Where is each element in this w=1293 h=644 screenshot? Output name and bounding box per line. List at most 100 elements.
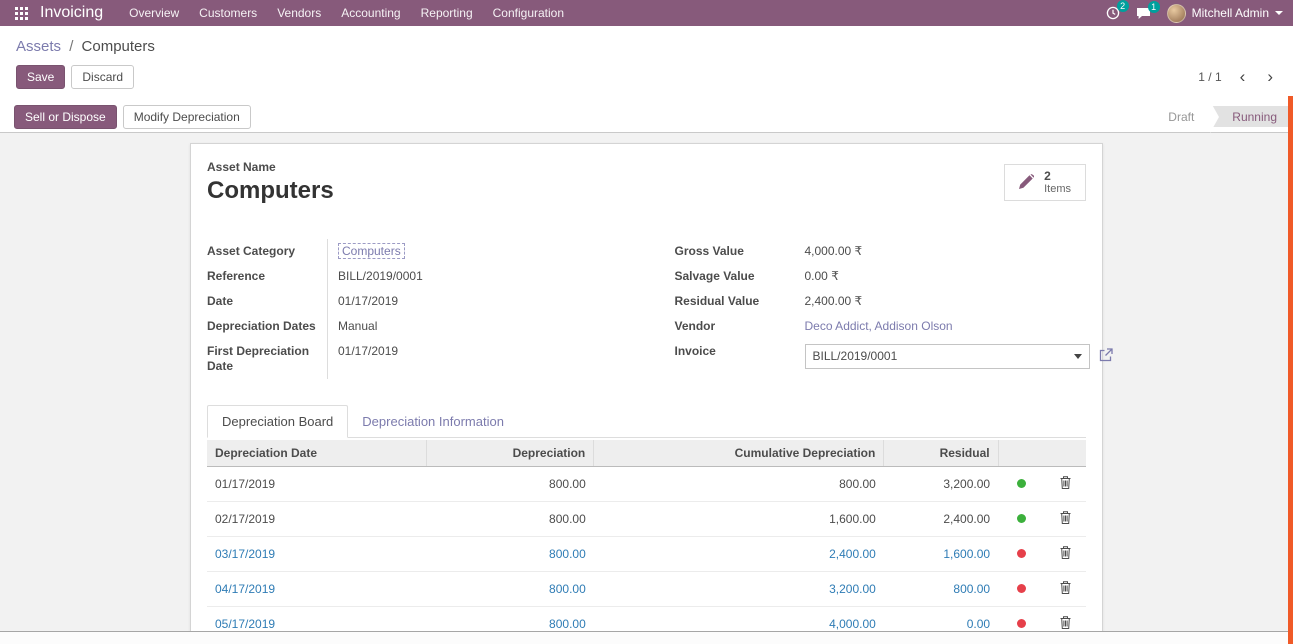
cell-depreciation[interactable]: 800.00 xyxy=(427,537,594,572)
status-running[interactable]: Running xyxy=(1210,106,1293,127)
table-row[interactable]: 04/17/2019 800.00 3,200.00 800.00 xyxy=(207,572,1086,607)
cell-depreciation[interactable]: 800.00 xyxy=(427,502,594,537)
user-avatar xyxy=(1167,4,1186,23)
asset-category-link[interactable]: Computers xyxy=(338,243,405,259)
field-asset-category-value: Computers xyxy=(327,239,647,264)
notebook-tabs: Depreciation Board Depreciation Informat… xyxy=(207,405,1086,438)
field-group-right: Gross Value 4,000.00 ₹ Salvage Value 0.0… xyxy=(647,239,1087,379)
field-gross-value-value[interactable]: 4,000.00 ₹ xyxy=(795,239,1113,264)
cell-residual[interactable]: 1,600.00 xyxy=(884,537,998,572)
cell-posted-status xyxy=(998,467,1044,502)
user-menu[interactable]: Mitchell Admin xyxy=(1167,4,1283,23)
discard-button[interactable]: Discard xyxy=(71,65,134,89)
field-asset-category-label: Asset Category xyxy=(207,239,327,264)
table-row[interactable]: 02/17/2019 800.00 1,600.00 2,400.00 xyxy=(207,502,1086,537)
nav-menus: Overview Customers Vendors Accounting Re… xyxy=(119,0,574,26)
delete-line-button[interactable] xyxy=(1060,616,1071,632)
statusbar: Sell or Dispose Modify Depreciation Draf… xyxy=(0,101,1293,133)
breadcrumb-assets-link[interactable]: Assets xyxy=(16,38,61,55)
tab-depreciation-board[interactable]: Depreciation Board xyxy=(207,405,348,438)
cell-posted-status xyxy=(998,537,1044,572)
field-depreciation-dates-value[interactable]: Manual xyxy=(327,314,647,339)
field-reference-value[interactable]: BILL/2019/0001 xyxy=(327,264,647,289)
systray: 2 1 Mitchell Admin xyxy=(1106,4,1283,23)
table-row[interactable]: 03/17/2019 800.00 2,400.00 1,600.00 xyxy=(207,537,1086,572)
posted-status-dot xyxy=(1017,479,1026,488)
tab-depreciation-information[interactable]: Depreciation Information xyxy=(348,405,518,437)
field-invoice-label: Invoice xyxy=(675,339,795,374)
cell-depreciation[interactable]: 800.00 xyxy=(427,572,594,607)
header-depreciation: Depreciation xyxy=(427,440,594,467)
nav-menu-overview[interactable]: Overview xyxy=(119,0,189,26)
sell-or-dispose-button[interactable]: Sell or Dispose xyxy=(14,105,117,129)
cell-depreciation-date[interactable]: 02/17/2019 xyxy=(207,502,427,537)
cell-depreciation-date[interactable]: 03/17/2019 xyxy=(207,537,427,572)
items-stat-button[interactable]: 2 Items xyxy=(1004,164,1086,201)
depreciation-table-header: Depreciation Date Depreciation Cumulativ… xyxy=(207,440,1086,467)
field-residual-value-label: Residual Value xyxy=(675,289,795,314)
field-depreciation-dates-label: Depreciation Dates xyxy=(207,314,327,339)
field-group-left: Asset Category Computers Reference BILL/… xyxy=(207,239,647,379)
external-link-icon[interactable] xyxy=(1099,348,1113,366)
activity-clock-icon[interactable]: 2 xyxy=(1106,6,1120,20)
breadcrumb-current: Computers xyxy=(82,38,155,55)
nav-menu-customers[interactable]: Customers xyxy=(189,0,267,26)
cell-residual[interactable]: 3,200.00 xyxy=(884,467,998,502)
cell-cumulative-depreciation[interactable]: 3,200.00 xyxy=(594,572,884,607)
cell-posted-status xyxy=(998,502,1044,537)
field-reference-label: Reference xyxy=(207,264,327,289)
field-first-depreciation-date-value[interactable]: 01/17/2019 xyxy=(327,339,647,379)
modify-depreciation-button[interactable]: Modify Depreciation xyxy=(123,105,251,129)
field-first-depreciation-date-label: First Depreciation Date xyxy=(207,339,327,379)
field-salvage-value-value[interactable]: 0.00 ₹ xyxy=(795,264,1113,289)
posted-status-dot xyxy=(1017,584,1026,593)
field-date-value[interactable]: 01/17/2019 xyxy=(327,289,647,314)
posted-status-dot xyxy=(1017,549,1026,558)
items-label: Items xyxy=(1044,183,1071,196)
nav-menu-accounting[interactable]: Accounting xyxy=(331,0,410,26)
delete-line-button[interactable] xyxy=(1060,581,1071,597)
delete-line-button[interactable] xyxy=(1060,511,1071,527)
messages-icon[interactable]: 1 xyxy=(1136,7,1151,20)
breadcrumb-separator: / xyxy=(69,38,73,55)
pager-next-button[interactable]: › xyxy=(1263,71,1277,83)
cell-residual[interactable]: 2,400.00 xyxy=(884,502,998,537)
cell-cumulative-depreciation[interactable]: 1,600.00 xyxy=(594,502,884,537)
asset-name-label: Asset Name xyxy=(207,160,334,174)
delete-line-button[interactable] xyxy=(1060,476,1071,492)
cell-depreciation[interactable]: 800.00 xyxy=(427,467,594,502)
top-navbar: Invoicing Overview Customers Vendors Acc… xyxy=(0,0,1293,26)
field-vendor-label: Vendor xyxy=(675,314,795,339)
vendor-link[interactable]: Deco Addict, Addison Olson xyxy=(805,319,953,333)
nav-menu-reporting[interactable]: Reporting xyxy=(411,0,483,26)
pager-value: 1 / 1 xyxy=(1198,70,1221,84)
asset-sheet: Asset Name Computers 2 Items Asset Categ… xyxy=(190,143,1103,644)
save-button[interactable]: Save xyxy=(16,65,65,89)
invoice-many2one-input[interactable]: BILL/2019/0001 xyxy=(805,344,1090,369)
dropdown-caret-icon[interactable] xyxy=(1074,354,1082,359)
cell-cumulative-depreciation[interactable]: 800.00 xyxy=(594,467,884,502)
app-brand[interactable]: Invoicing xyxy=(40,4,103,22)
apps-menu-icon[interactable] xyxy=(10,7,32,20)
depreciation-rows: 01/17/2019 800.00 800.00 3,200.00 02/17/… xyxy=(207,467,1086,642)
header-actions xyxy=(1044,440,1086,467)
cell-residual[interactable]: 800.00 xyxy=(884,572,998,607)
header-status xyxy=(998,440,1044,467)
field-gross-value-label: Gross Value xyxy=(675,239,795,264)
posted-status-dot xyxy=(1017,619,1026,628)
table-row[interactable]: 01/17/2019 800.00 800.00 3,200.00 xyxy=(207,467,1086,502)
field-residual-value-value[interactable]: 2,400.00 ₹ xyxy=(795,289,1113,314)
cell-cumulative-depreciation[interactable]: 2,400.00 xyxy=(594,537,884,572)
nav-menu-vendors[interactable]: Vendors xyxy=(267,0,331,26)
nav-menu-configuration[interactable]: Configuration xyxy=(483,0,574,26)
status-draft[interactable]: Draft xyxy=(1152,106,1210,127)
header-residual: Residual xyxy=(884,440,998,467)
cell-posted-status xyxy=(998,572,1044,607)
cell-depreciation-date[interactable]: 01/17/2019 xyxy=(207,467,427,502)
pager: 1 / 1 ‹ › xyxy=(1198,70,1277,84)
cell-actions xyxy=(1044,467,1086,502)
asset-name-value[interactable]: Computers xyxy=(207,177,334,205)
delete-line-button[interactable] xyxy=(1060,546,1071,562)
cell-depreciation-date[interactable]: 04/17/2019 xyxy=(207,572,427,607)
pager-previous-button[interactable]: ‹ xyxy=(1236,71,1250,83)
